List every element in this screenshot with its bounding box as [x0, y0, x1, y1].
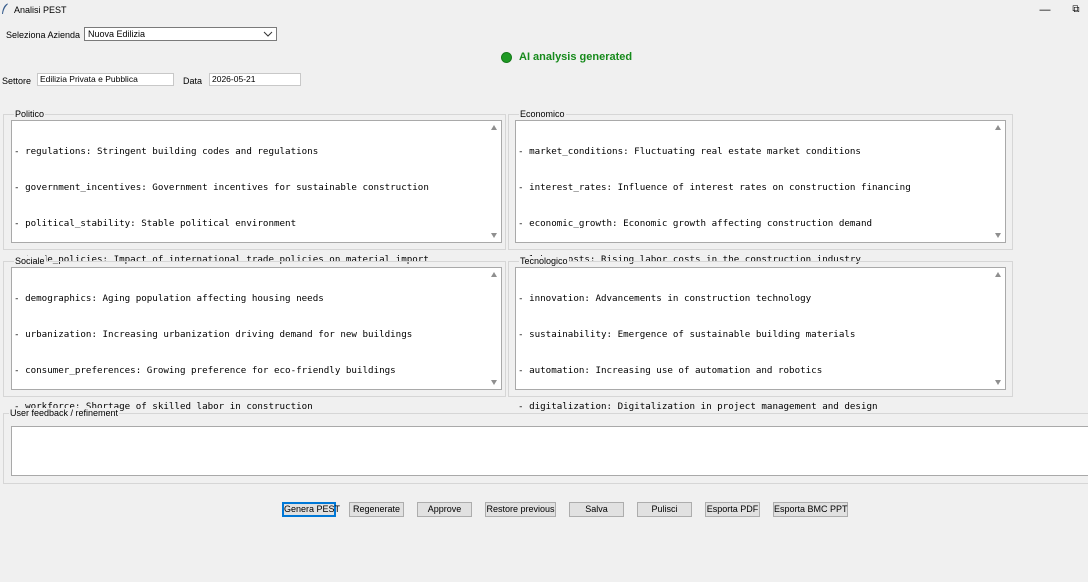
restore-button[interactable]: ⧉ — [1064, 0, 1088, 20]
politico-line: - government_incentives: Government ince… — [14, 182, 429, 193]
sociale-line: - consumer_preferences: Growing preferen… — [14, 365, 396, 376]
feedback-textbox[interactable] — [11, 426, 1088, 476]
politico-line: - political_stability: Stable political … — [14, 218, 297, 229]
window-title: Analisi PEST — [14, 5, 67, 15]
status-dot-icon — [501, 52, 512, 63]
sector-input[interactable]: Edilizia Privata e Pubblica — [37, 73, 174, 86]
politico-line: - regulations: Stringent building codes … — [14, 146, 319, 157]
title-bar: Analisi PEST — ⧉ — [0, 0, 1088, 20]
scroll-up-icon[interactable] — [995, 125, 1001, 130]
tecnologico-textbox[interactable]: - innovation: Advancements in constructi… — [515, 267, 1006, 412]
sociale-line: - demographics: Aging population affecti… — [14, 293, 324, 304]
approve-button[interactable]: Approve — [417, 502, 472, 517]
politico-scrollbar[interactable] — [488, 121, 501, 242]
genera-pest-button[interactable]: Genera PEST — [282, 502, 340, 517]
sociale-line: - urbanization: Increasing urbanization … — [14, 329, 413, 340]
tecnologico-scrollbar[interactable] — [992, 268, 1005, 389]
tecnologico-label: Tecnologico — [519, 256, 569, 266]
date-label: Data — [183, 76, 203, 86]
company-select[interactable]: Nuova Edilizia — [84, 27, 277, 41]
sociale-label: Sociale — [14, 256, 46, 266]
sociale-textbox[interactable]: - demographics: Aging population affecti… — [11, 267, 502, 412]
economico-scrollbar[interactable] — [992, 121, 1005, 242]
company-label: Seleziona Azienda — [6, 30, 81, 40]
company-select-value: Nuova Edilizia — [88, 29, 146, 39]
scroll-down-icon[interactable] — [995, 380, 1001, 385]
scroll-down-icon[interactable] — [491, 380, 497, 385]
esporta-pdf-button[interactable]: Esporta PDF — [705, 502, 760, 517]
tecnologico-line: - innovation: Advancements in constructi… — [518, 293, 812, 304]
regenerate-button[interactable]: Regenerate — [349, 502, 404, 517]
economico-line: - interest_rates: Influence of interest … — [518, 182, 911, 193]
tecnologico-line: - automation: Increasing use of automati… — [518, 365, 823, 376]
scroll-up-icon[interactable] — [995, 272, 1001, 277]
tecnologico-text: - innovation: Advancements in constructi… — [518, 269, 991, 437]
minimize-button[interactable]: — — [1030, 0, 1060, 20]
sector-label: Settore — [2, 76, 32, 86]
scroll-up-icon[interactable] — [491, 272, 497, 277]
feather-icon — [2, 3, 8, 14]
scroll-down-icon[interactable] — [491, 233, 497, 238]
chevron-down-icon[interactable] — [262, 28, 274, 40]
tecnologico-line: - digitalization: Digitalization in proj… — [518, 401, 878, 412]
esporta-bmc-ppt-button[interactable]: Esporta BMC PPT — [773, 502, 848, 517]
economico-line: - market_conditions: Fluctuating real es… — [518, 146, 861, 157]
economico-label: Economico — [519, 109, 566, 119]
economico-textbox[interactable]: - market_conditions: Fluctuating real es… — [515, 120, 1006, 265]
sociale-scrollbar[interactable] — [488, 268, 501, 389]
pulisci-button[interactable]: Pulisci — [637, 502, 692, 517]
scroll-down-icon[interactable] — [995, 233, 1001, 238]
scroll-up-icon[interactable] — [491, 125, 497, 130]
date-input[interactable]: 2026-05-21 — [209, 73, 301, 86]
feedback-label: User feedback / refinement — [9, 408, 120, 418]
politico-label: Politico — [14, 109, 46, 119]
tecnologico-line: - sustainability: Emergence of sustainab… — [518, 329, 856, 340]
politico-textbox[interactable]: - regulations: Stringent building codes … — [11, 120, 502, 265]
economico-line: - economic_growth: Economic growth affec… — [518, 218, 873, 229]
status-text: AI analysis generated — [519, 51, 633, 63]
salva-button[interactable]: Salva — [569, 502, 624, 517]
restore-previous-button[interactable]: Restore previous — [485, 502, 556, 517]
